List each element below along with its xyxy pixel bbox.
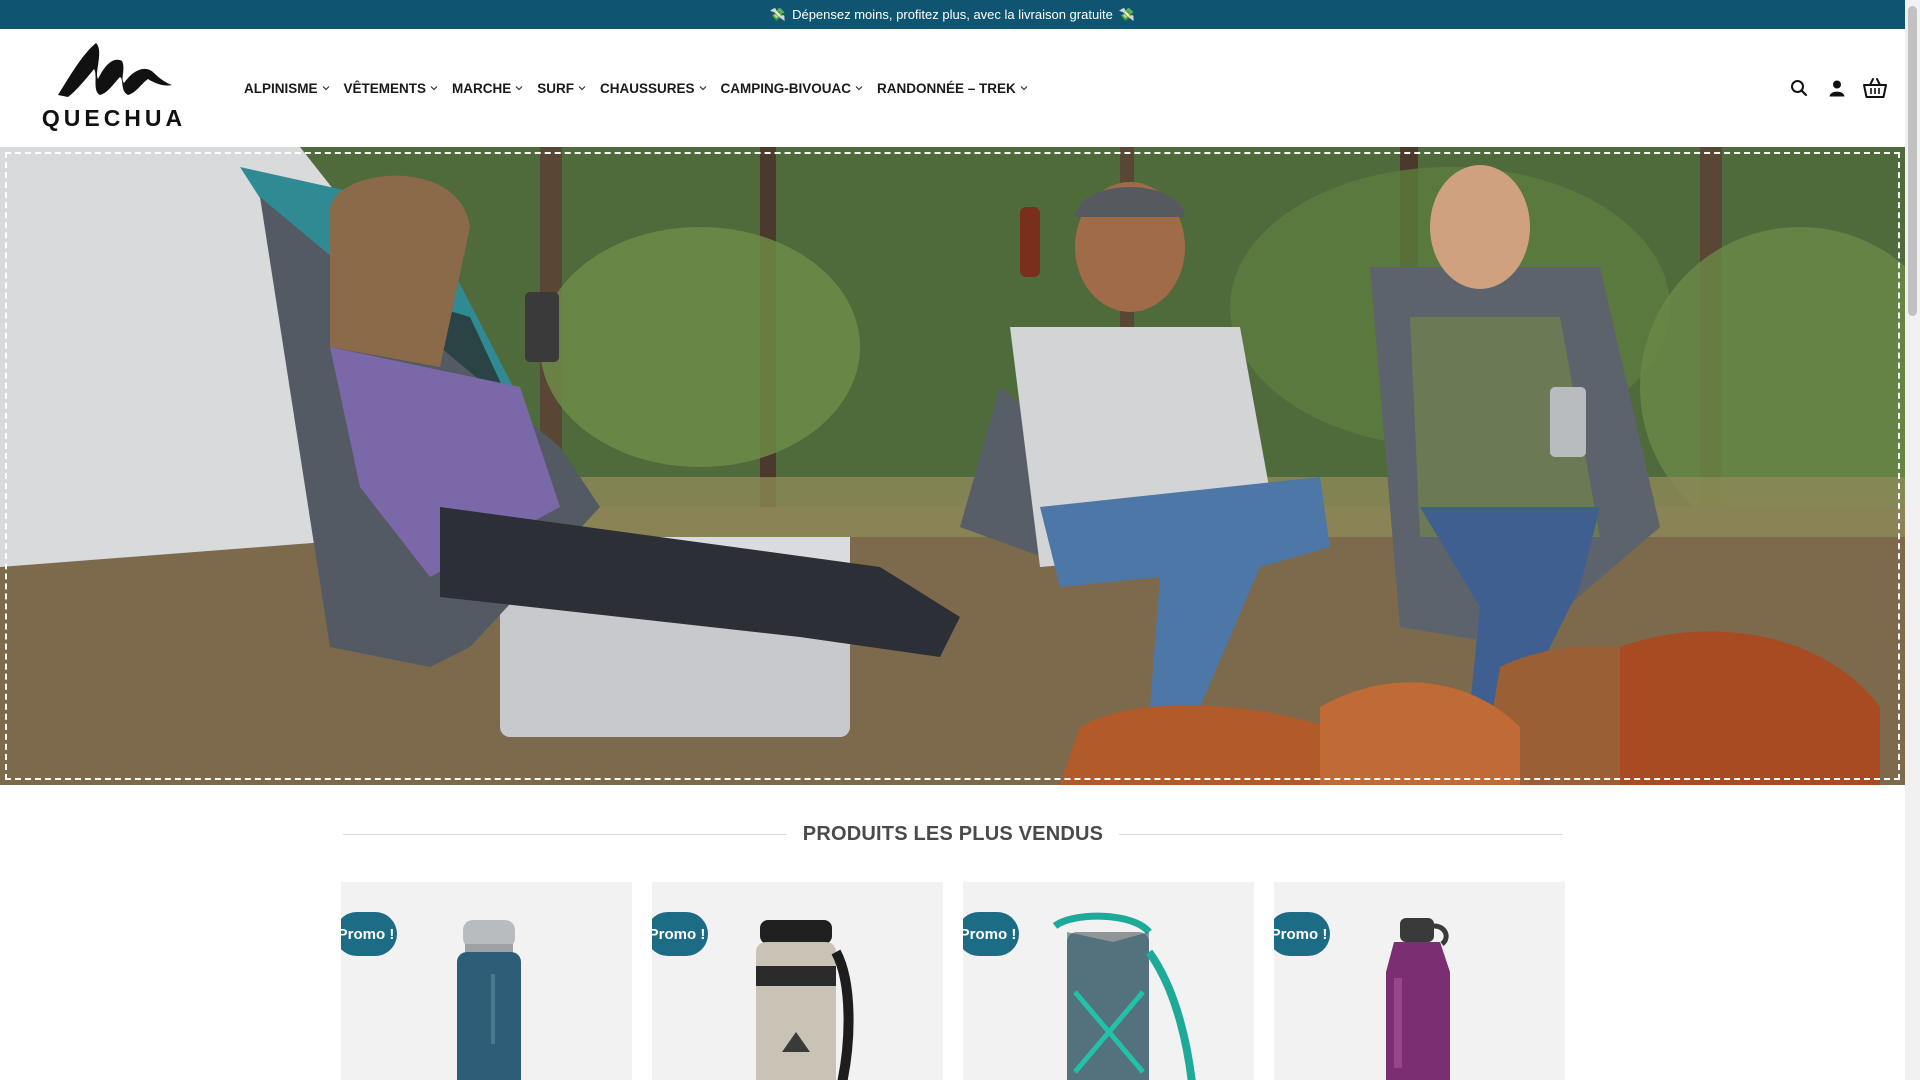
announcement-bar: 💸 Dépensez moins, profitez plus, avec la… bbox=[0, 0, 1905, 29]
header-actions bbox=[1787, 29, 1887, 147]
purple-water-bottle-image bbox=[1386, 918, 1450, 1080]
divider-line bbox=[343, 833, 787, 835]
nav-item-label: SURF bbox=[537, 80, 575, 96]
nav-item-label: CHAUSSURES bbox=[600, 80, 695, 96]
nav-item-chaussures[interactable]: CHAUSSURES bbox=[600, 81, 707, 96]
main-nav: ALPINISME VÊTEMENTS MARCHE SURF CHAUSSUR… bbox=[244, 29, 1028, 147]
promo-badge: Promo ! bbox=[963, 912, 1019, 956]
money-wings-icon: 💸 bbox=[769, 6, 787, 22]
scrollbar-thumb[interactable] bbox=[1908, 6, 1917, 316]
nav-item-label: MARCHE bbox=[452, 80, 512, 96]
nav-item-surf[interactable]: SURF bbox=[537, 81, 586, 96]
steel-vacuum-flask-image bbox=[756, 920, 854, 1080]
brand-logo[interactable]: QUECHUA bbox=[34, 39, 194, 135]
nav-item-label: RANDONNÉE – TREK bbox=[877, 80, 1016, 96]
promo-badge: Promo ! bbox=[341, 912, 397, 956]
nav-item-vetements[interactable]: VÊTEMENTS bbox=[344, 81, 439, 96]
chevron-down-icon bbox=[855, 86, 863, 91]
chevron-down-icon bbox=[699, 86, 706, 91]
nav-item-label: VÊTEMENTS bbox=[343, 80, 427, 96]
nav-item-randonnee-trek[interactable]: RANDONNÉE – TREK bbox=[877, 81, 1028, 96]
blue-steel-thermos-image bbox=[457, 920, 521, 1080]
site-header: QUECHUA ALPINISME VÊTEMENTS MARCHE SURF … bbox=[0, 29, 1905, 147]
hero-camping-image bbox=[0, 147, 1905, 785]
basket-icon[interactable] bbox=[1863, 76, 1887, 100]
nav-item-label: CAMPING-BIVOUAC bbox=[720, 80, 852, 96]
chevron-down-icon bbox=[578, 86, 586, 91]
announcement-text: Dépensez moins, profitez plus, avec la l… bbox=[792, 7, 1113, 22]
brand-wordmark: QUECHUA bbox=[41, 105, 187, 131]
chevron-down-icon bbox=[430, 86, 438, 91]
nav-item-camping-bivouac[interactable]: CAMPING-BIVOUAC bbox=[721, 81, 864, 96]
user-icon[interactable] bbox=[1825, 76, 1849, 100]
nav-item-alpinisme[interactable]: ALPINISME bbox=[244, 81, 330, 96]
mountain-logo-icon bbox=[58, 43, 172, 97]
chevron-down-icon bbox=[322, 86, 329, 91]
section-heading: PRODUITS LES PLUS VENDUS bbox=[343, 820, 1563, 848]
nav-item-label: ALPINISME bbox=[244, 80, 318, 96]
search-icon[interactable] bbox=[1787, 76, 1811, 100]
promo-badge: Promo ! bbox=[1274, 912, 1330, 956]
chevron-down-icon bbox=[1020, 86, 1028, 91]
chevron-down-icon bbox=[515, 86, 523, 91]
product-card[interactable]: Promo ! bbox=[652, 882, 943, 1080]
product-card[interactable]: Promo ! bbox=[1274, 882, 1565, 1080]
insulated-bottle-cover-image bbox=[1052, 912, 1196, 1080]
hero-banner[interactable] bbox=[0, 147, 1905, 785]
product-card[interactable]: Promo ! bbox=[341, 882, 632, 1080]
nav-item-marche[interactable]: MARCHE bbox=[452, 81, 523, 96]
product-grid: Promo ! Promo ! Promo ! Promo ! bbox=[341, 882, 1565, 1080]
product-card[interactable]: Promo ! bbox=[963, 882, 1254, 1080]
page-scrollbar[interactable] bbox=[1905, 0, 1920, 1080]
divider-line bbox=[1119, 833, 1563, 835]
section-title: PRODUITS LES PLUS VENDUS bbox=[802, 822, 1104, 845]
money-wings-icon: 💸 bbox=[1118, 6, 1136, 22]
promo-badge: Promo ! bbox=[652, 912, 708, 956]
